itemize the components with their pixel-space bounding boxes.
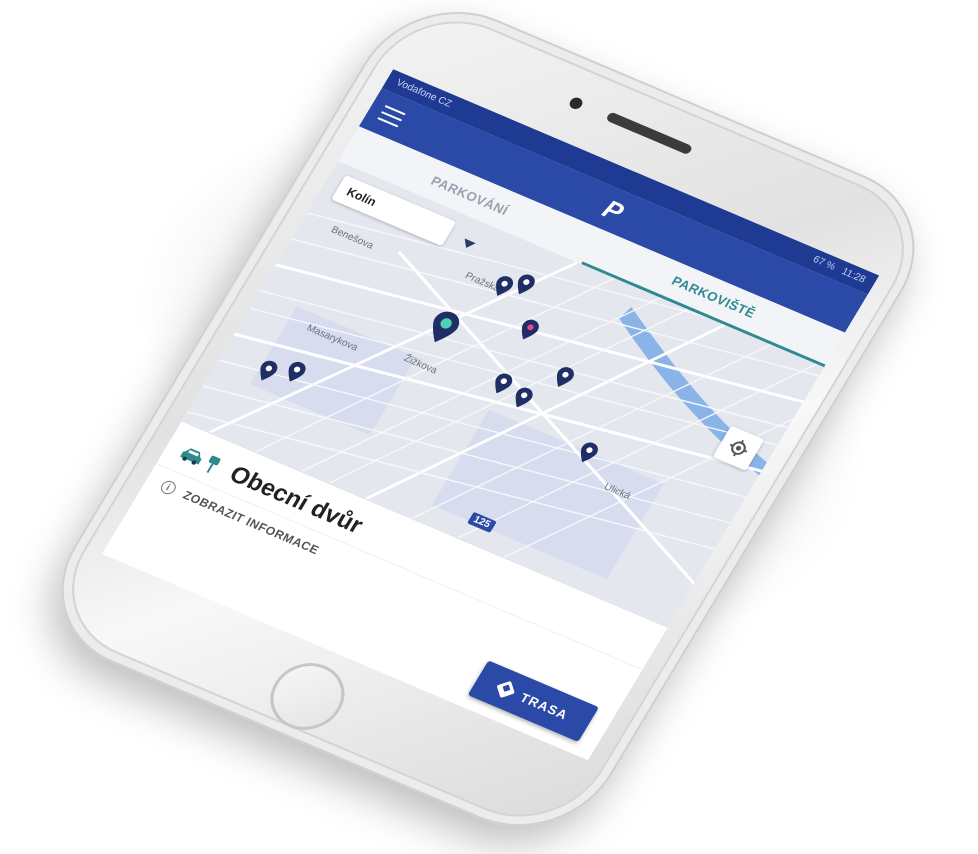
directions-icon bbox=[496, 680, 515, 699]
front-camera bbox=[567, 95, 585, 111]
car-icon bbox=[180, 448, 202, 465]
battery-level: 67 % bbox=[810, 254, 838, 273]
parking-sign-icon bbox=[206, 455, 221, 474]
parking-logo-icon: P bbox=[597, 193, 630, 227]
hamburger-menu-icon[interactable] bbox=[377, 105, 406, 128]
home-button[interactable] bbox=[256, 652, 358, 741]
appbar-spacer bbox=[825, 300, 845, 309]
earpiece-speaker bbox=[605, 111, 694, 156]
info-icon: i bbox=[158, 478, 179, 497]
route-button-label: TRASA bbox=[517, 689, 572, 723]
scene: Vodafone CZ 67 % 11:28 P PARKOVÁNÍ PARKO… bbox=[0, 0, 978, 854]
clock: 11:28 bbox=[839, 266, 868, 286]
phone-device: Vodafone CZ 67 % 11:28 P PARKOVÁNÍ PARKO… bbox=[26, 0, 950, 854]
crosshair-icon bbox=[729, 440, 748, 457]
